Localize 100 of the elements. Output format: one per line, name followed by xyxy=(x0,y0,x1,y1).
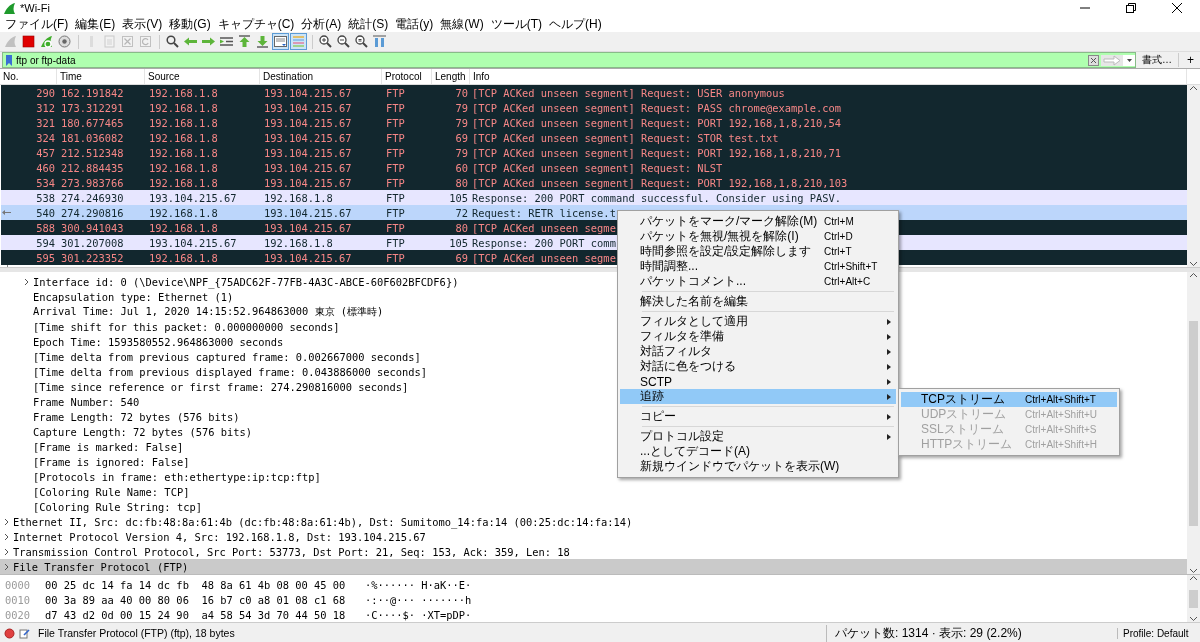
packet-row[interactable]: 457 212.512348 192.168.1.8 193.104.215.67 FTP 79 [TCP ACKed unseen segment] Request: PORT 192,168,1,8,210,71 xyxy=(1,145,1187,160)
packet-row[interactable]: 324 181.036082 192.168.1.8 193.104.215.67 FTP 69 [TCP ACKed unseen segment] Request: STOR test.txt xyxy=(1,130,1187,145)
column-header[interactable]: Destination xyxy=(260,69,382,84)
tree-item[interactable]: Frame Length: 72 bytes (576 bits) xyxy=(33,410,240,423)
menu-item[interactable]: ツール(T) xyxy=(487,15,545,33)
menu-item[interactable]: 編集(E) xyxy=(72,15,119,33)
menu-item[interactable]: TCPストリーム Ctrl+Alt+Shift+T xyxy=(901,392,1117,407)
pencil-icon[interactable] xyxy=(19,627,30,639)
toolbar-button[interactable] xyxy=(335,33,352,50)
packet-row[interactable]: 460 212.884435 192.168.1.8 193.104.215.67 FTP 60 [TCP ACKed unseen segment] Request: NLST xyxy=(1,160,1187,175)
close-icon[interactable] xyxy=(1172,3,1182,13)
toolbar-button[interactable] xyxy=(20,33,37,50)
scrollbar[interactable] xyxy=(1187,272,1200,574)
tree-item[interactable]: [Time delta from previous captured frame: 0.002667000 seconds] xyxy=(33,350,421,363)
scroll-up-icon[interactable] xyxy=(1189,85,1198,91)
restore-icon[interactable] xyxy=(1126,3,1136,13)
scroll-thumb[interactable] xyxy=(1189,589,1198,608)
scroll-up-icon[interactable] xyxy=(1189,272,1198,278)
tree-item[interactable]: [Time delta from previous displayed frame: 0.043886000 seconds] xyxy=(33,365,428,378)
menu-item[interactable]: 対話フィルタ xyxy=(620,344,896,359)
scroll-up-icon[interactable] xyxy=(1189,575,1198,581)
tree-row[interactable]: Ethernet II, Src: dc:fb:48:8a:61:4b (dc:fb:48:8a:61:4b), Dst: Sumitomo_14:fa:14 (00:25:dc:14:fa:14) xyxy=(0,514,1187,529)
scroll-down-icon[interactable] xyxy=(1189,568,1198,574)
clear-icon[interactable] xyxy=(1088,54,1099,66)
bookmark-icon[interactable] xyxy=(5,54,13,66)
menu-item[interactable]: ヘルプ(H) xyxy=(546,15,605,33)
tree-item[interactable]: Ethernet II, Src: dc:fb:48:8a:61:4b (dc:fb:48:8a:61:4b), Dst: Sumitomo_14:fa:14 (00:25:dc:14:fa:14) xyxy=(13,515,633,528)
tree-item[interactable]: Frame Number: 540 xyxy=(33,395,140,408)
packet-row[interactable]: 538 274.246930 193.104.215.67 192.168.1.8 FTP 105 Response: 200 PORT command successful. Consider using PASV. xyxy=(1,190,1187,205)
menu-item[interactable]: 解決した名前を編集 xyxy=(620,294,896,309)
tree-item[interactable]: File Transfer Protocol (FTP) xyxy=(13,560,189,573)
menu-item[interactable]: フィルタとして適用 xyxy=(620,314,896,329)
profile-label[interactable]: Profile: Default xyxy=(1117,627,1200,639)
menu-item[interactable]: プロトコル設定 xyxy=(620,429,896,444)
table-cell: Request: RETR license.t xyxy=(471,206,616,219)
menu-item[interactable]: 移動(G) xyxy=(166,15,214,33)
menu-item[interactable]: 新規ウインドウでパケットを表示(W) xyxy=(620,459,896,474)
scroll-down-icon[interactable] xyxy=(1189,261,1198,267)
tree-item[interactable]: [Coloring Rule String: tcp] xyxy=(33,500,202,513)
tree-item[interactable]: Encapsulation type: Ethernet (1) xyxy=(33,290,234,303)
tree-item[interactable]: Arrival Time: Jul 1, 2020 14:15:52.964863000 東京 (標準時) xyxy=(33,304,384,319)
tree-item[interactable]: Epoch Time: 1593580552.964863000 seconds xyxy=(33,335,284,348)
toolbar-button[interactable] xyxy=(353,33,370,50)
menu-item[interactable]: 統計(S) xyxy=(345,15,392,33)
tree-item[interactable]: [Time shift for this packet: 0.000000000 seconds] xyxy=(33,320,340,333)
column-header[interactable]: Length xyxy=(432,69,470,84)
column-header[interactable]: Time xyxy=(57,69,145,84)
scroll-down-icon[interactable] xyxy=(1189,616,1198,622)
tree-row[interactable]: Internet Protocol Version 4, Src: 192.168.1.8, Dst: 193.104.215.67 xyxy=(0,529,1187,544)
table-cell-text: FTP xyxy=(385,206,406,219)
add-button[interactable]: + xyxy=(1178,53,1198,67)
toolbar-button[interactable] xyxy=(164,33,181,50)
table-cell-text: 192.168.1.8 xyxy=(148,161,219,174)
menu-item[interactable]: 追跡 xyxy=(620,389,896,404)
tree-item[interactable]: [Frame is marked: False] xyxy=(33,440,184,453)
packet-row[interactable]: 312 173.312291 192.168.1.8 193.104.215.67 FTP 79 [TCP ACKed unseen segment] Request: PASS chrome@example.com xyxy=(1,100,1187,115)
menu-item[interactable]: キャプチャ(C) xyxy=(214,15,298,33)
menu-item[interactable]: 電話(y) xyxy=(392,15,437,33)
menu-item[interactable]: パケットコメント... Ctrl+Alt+C xyxy=(620,274,896,289)
table-cell-text: 192.168.1.8 xyxy=(148,131,219,144)
filter-field[interactable]: ftp or ftp-data xyxy=(2,52,1136,68)
packet-row[interactable]: 290 162.191842 192.168.1.8 193.104.215.67 FTP 70 [TCP ACKed unseen segment] Request: USER anonymous xyxy=(1,85,1187,100)
expander-icon[interactable] xyxy=(23,277,30,286)
scrollbar[interactable] xyxy=(1187,85,1200,267)
tree-item[interactable]: [Time since reference or first frame: 274.290816000 seconds] xyxy=(33,380,409,393)
menu-item[interactable]: ...としてデコード(A) xyxy=(620,444,896,459)
status-dot-icon[interactable] xyxy=(4,627,15,639)
tree-item[interactable]: [Coloring Rule Name: TCP] xyxy=(33,485,190,498)
tree-row[interactable]: Transmission Control Protocol, Src Port: 53773, Dst Port: 21, Seq: 153, Ack: 359, Len: 18 xyxy=(0,544,1187,559)
menu-item[interactable]: 対話に色をつける xyxy=(620,359,896,374)
scrollbar[interactable] xyxy=(1187,575,1200,622)
menu-item[interactable]: 無線(W) xyxy=(437,15,487,33)
menu-item[interactable]: ファイル(F) xyxy=(2,15,72,33)
column-header[interactable]: Source xyxy=(145,69,260,84)
tree-item[interactable]: [Protocols in frame: eth:ethertype:ip:tcp:ftp] xyxy=(33,470,321,483)
format-button[interactable]: 書式… xyxy=(1136,53,1178,67)
tree-item[interactable]: Interface id: 0 (\Device\NPF_{75ADC62F-77FB-4A3C-ABCE-60F602BFCDF6}) xyxy=(33,275,459,288)
column-header[interactable]: Info xyxy=(470,69,1187,84)
menu-item[interactable]: フィルタを準備 xyxy=(620,329,896,344)
packet-row[interactable]: 534 273.983766 192.168.1.8 193.104.215.67 FTP 80 [TCP ACKed unseen segment] Request: PORT 192,168,1,8,210,103 xyxy=(1,175,1187,190)
tree-item[interactable]: Internet Protocol Version 4, Src: 192.168.1.8, Dst: 193.104.215.67 xyxy=(13,530,426,543)
menu-item[interactable]: 表示(V) xyxy=(119,15,166,33)
tree-row[interactable]: File Transfer Protocol (FTP) xyxy=(0,559,1187,574)
filter-field[interactable]: ftp or ftp-data xyxy=(13,53,1088,67)
column-header[interactable]: Protocol xyxy=(382,69,432,84)
toolbar-button[interactable] xyxy=(317,33,334,50)
caret-icon[interactable] xyxy=(1123,54,1135,66)
menu-item[interactable]: コピー xyxy=(620,409,896,424)
scroll-thumb[interactable] xyxy=(1189,320,1198,526)
toolbar-button[interactable] xyxy=(56,33,73,50)
tree-item[interactable]: Transmission Control Protocol, Src Port: 53773, Dst Port: 21, Seq: 153, Ack: 359, Len: 18 xyxy=(13,545,570,558)
menu-item[interactable]: SCTP xyxy=(620,374,896,389)
tree-item[interactable]: [Frame is ignored: False] xyxy=(33,455,190,468)
tree-item[interactable]: Capture Length: 72 bytes (576 bits) xyxy=(33,425,252,438)
menu-item[interactable]: 分析(A) xyxy=(298,15,345,33)
table-cell-text: 193.104.215.67 xyxy=(263,116,353,129)
column-header[interactable]: No. xyxy=(0,69,57,84)
submenu-arrow-icon xyxy=(887,318,891,325)
packet-row[interactable]: 321 180.677465 192.168.1.8 193.104.215.67 FTP 79 [TCP ACKed unseen segment] Request: PORT 192,168,1,8,210,54 xyxy=(1,115,1187,130)
toolbar-button[interactable] xyxy=(272,33,289,50)
